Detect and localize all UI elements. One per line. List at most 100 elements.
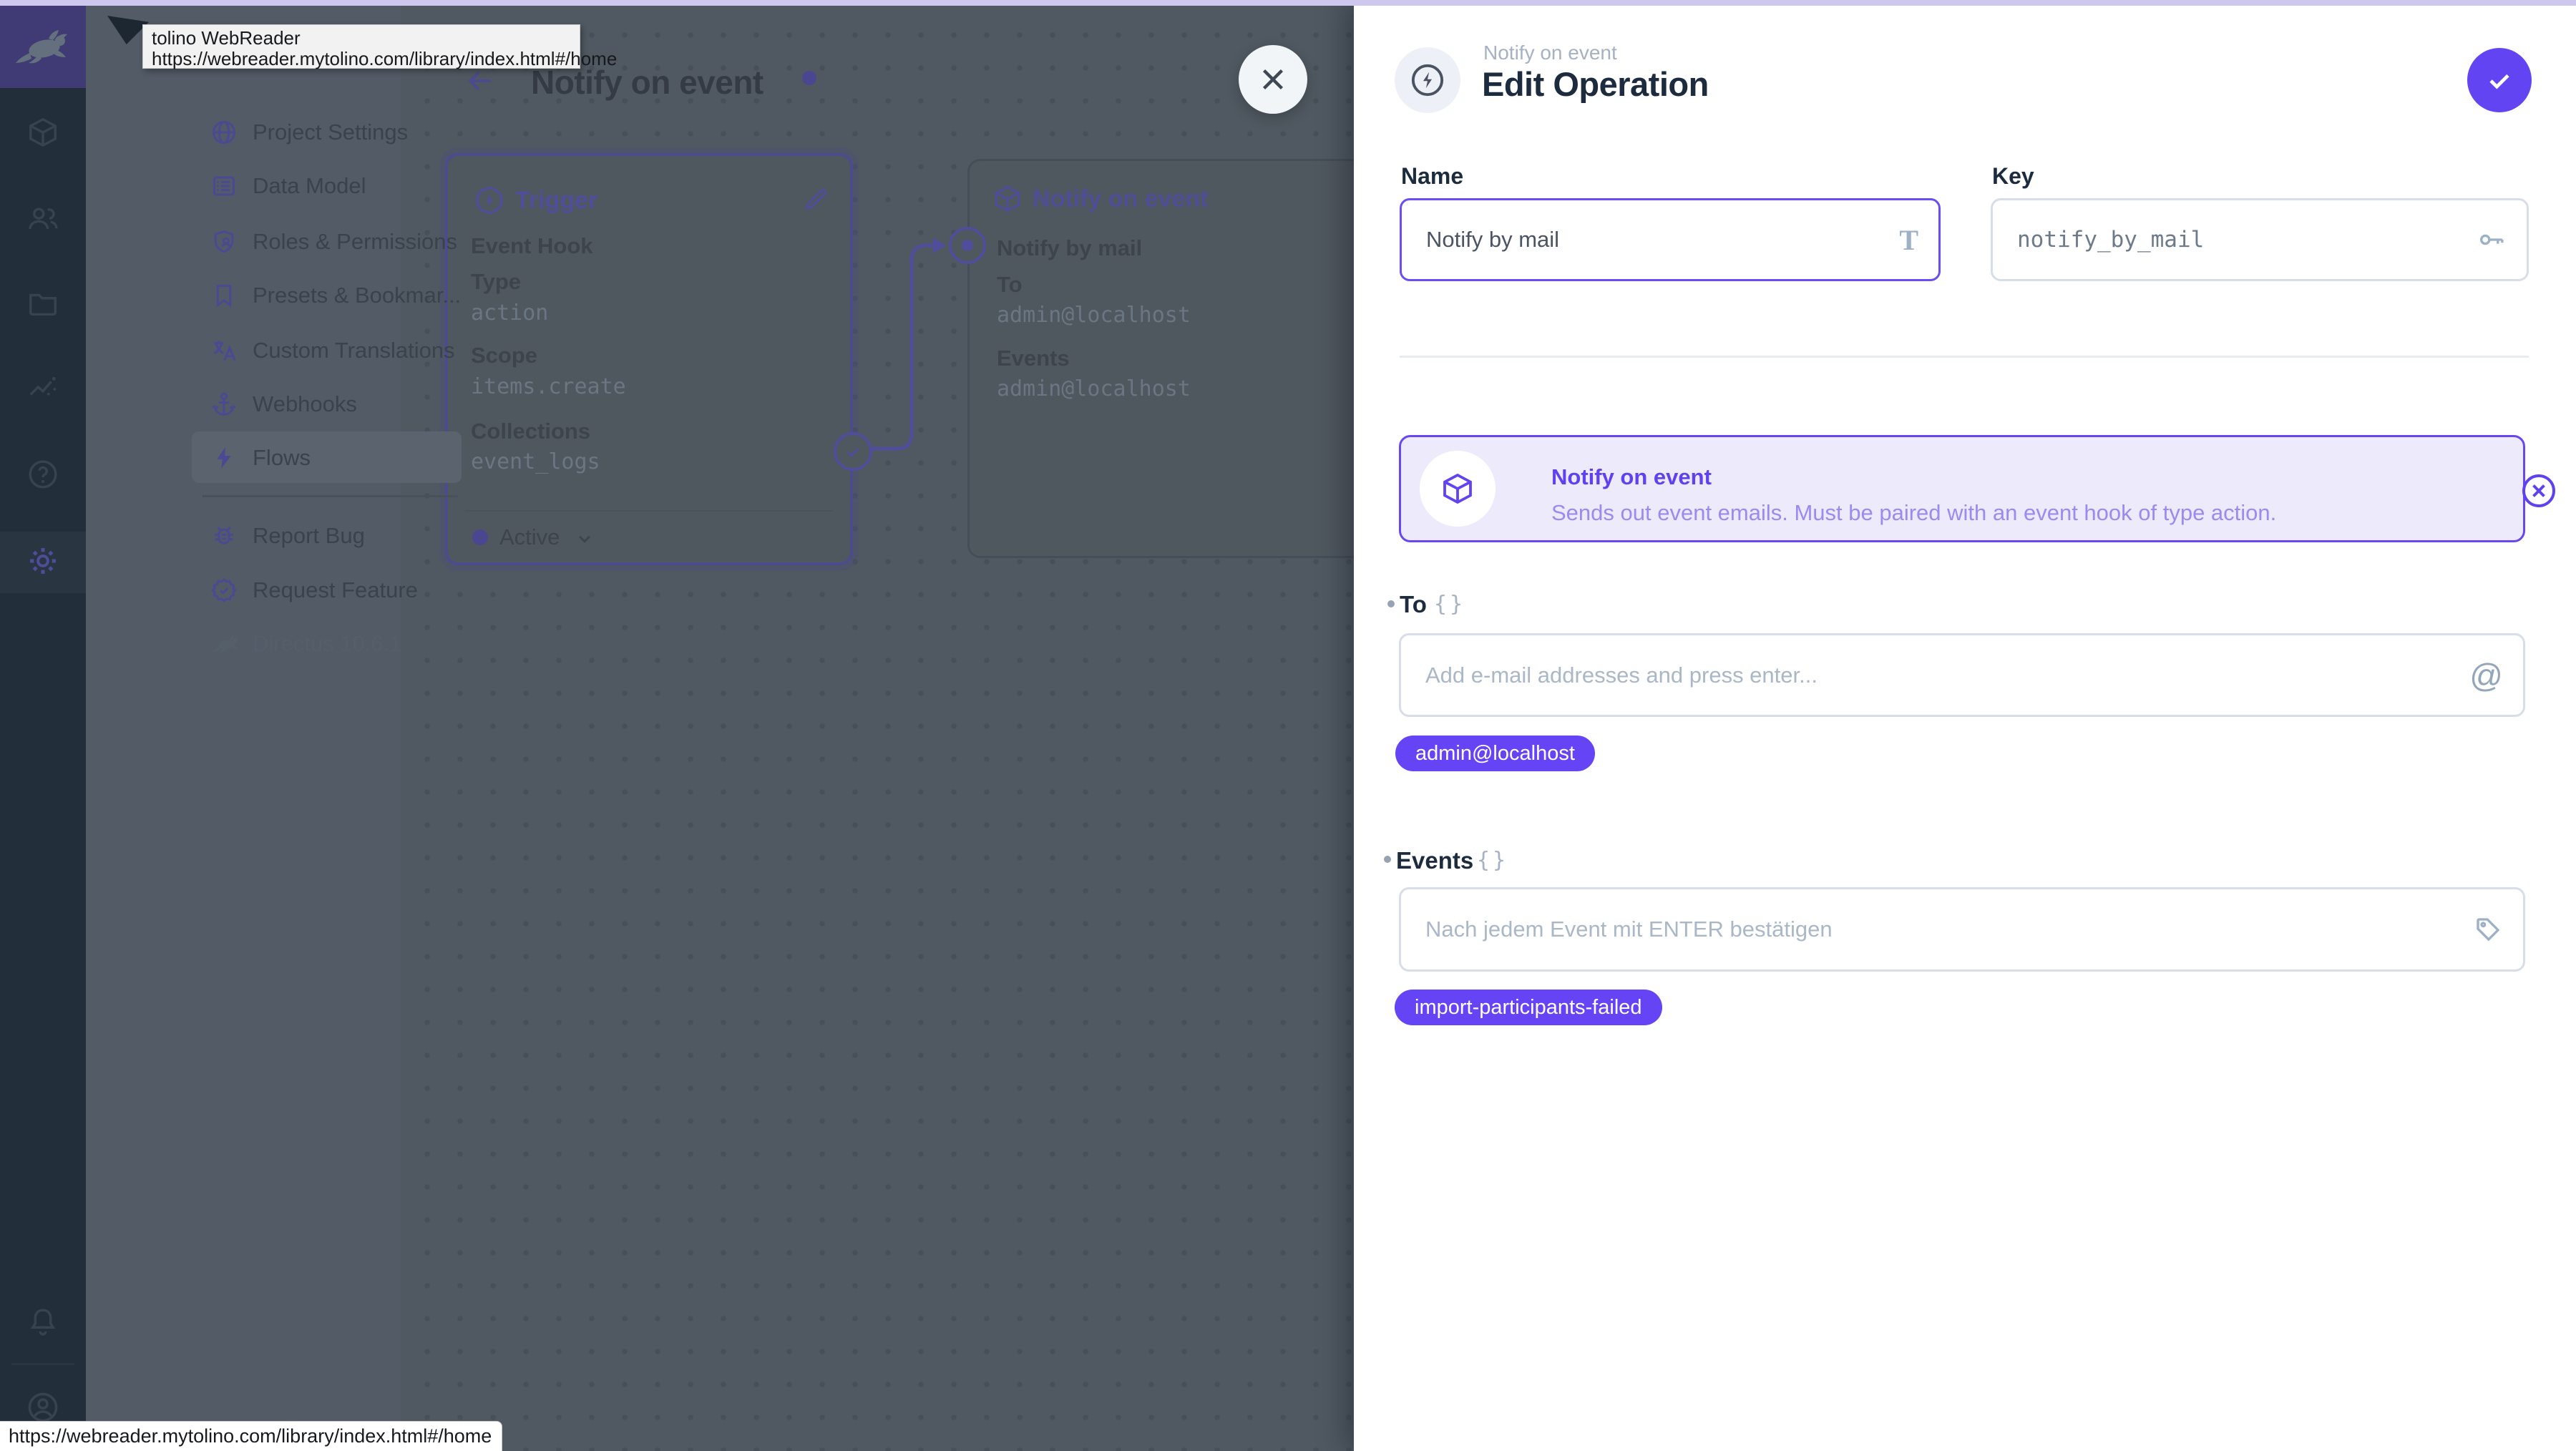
tooltip-url: https://webreader.mytolino.com/library/i…: [152, 48, 618, 69]
operation-name: Notify by mail: [997, 235, 1143, 260]
to-field-label: To: [1400, 591, 1427, 617]
field-value: items.create: [471, 374, 626, 399]
module-files[interactable]: [0, 287, 86, 320]
module-insights[interactable]: [0, 371, 86, 404]
package-icon: [1443, 473, 1472, 504]
module-docs[interactable]: [0, 458, 86, 491]
browser-top-strip: [0, 0, 2576, 6]
sidebar-item-data-model[interactable]: Data Model: [86, 159, 401, 213]
drawer-header-icon: [1395, 47, 1460, 113]
browser-status-bar: https://webreader.mytolino.com/library/i…: [0, 1421, 503, 1451]
close-icon: [1262, 69, 1284, 90]
bug-icon: [210, 522, 238, 549]
cube-icon: [29, 117, 57, 147]
field-label: Type: [471, 269, 522, 294]
sidebar-item-label: Report Bug: [253, 523, 365, 548]
check-icon: [847, 447, 859, 457]
module-bar: [0, 0, 86, 1451]
sidebar-item-custom-translations[interactable]: Custom Translations: [86, 323, 455, 378]
module-bar-divider: [11, 1363, 74, 1365]
to-input-placeholder: Add e-mail addresses and press enter...: [1425, 662, 1818, 688]
sidebar-item-request-feature[interactable]: Request Feature: [86, 563, 418, 617]
status-label[interactable]: Active: [499, 524, 560, 550]
folder-icon: [29, 293, 57, 316]
shield-user-icon: [210, 228, 238, 255]
name-input[interactable]: Notify by mail T: [1400, 198, 1941, 281]
tooltip-title: tolino WebReader: [152, 27, 301, 49]
module-users[interactable]: [0, 202, 86, 235]
operation-input-connector[interactable]: [949, 227, 986, 264]
notice-icon-circle: [1420, 451, 1496, 527]
notice-title: Notify on event: [1551, 464, 1712, 489]
notice-description: Sends out event emails. Must be paired w…: [1551, 500, 2277, 525]
module-collections[interactable]: [0, 116, 86, 149]
operation-card-header: Notify on event: [992, 184, 1209, 214]
key-field-label: Key: [1992, 163, 2034, 189]
title-formatter-icon[interactable]: T: [1899, 223, 1918, 257]
module-account[interactable]: [0, 1390, 86, 1425]
rabbit-logo-icon: [16, 29, 67, 63]
sidebar-item-project-settings[interactable]: Project Settings: [86, 105, 408, 160]
events-field-label: Events: [1396, 847, 1474, 874]
operation-card[interactable]: Notify on event Notify by mail To admin@…: [949, 159, 1781, 558]
link-tooltip: tolino WebReader https://webreader.mytol…: [142, 24, 618, 69]
directus-logo[interactable]: [0, 6, 86, 88]
anchor-icon: [210, 391, 238, 418]
rabbit-small-icon: [210, 634, 239, 654]
sidebar-item-label: Webhooks: [253, 391, 357, 416]
sidebar-item-presets-bookmarks[interactable]: Presets & Bookmar...: [86, 268, 461, 323]
field-label: To: [997, 272, 1023, 297]
sidebar-item-label: Data Model: [253, 173, 366, 198]
sidebar-item-flows[interactable]: Flows: [86, 431, 401, 485]
sidebar-item-report-bug[interactable]: Report Bug: [86, 509, 401, 563]
nav-divider: [203, 495, 458, 497]
field-label: Events: [997, 346, 1070, 371]
operation-card-title: Notify on event: [1033, 185, 1209, 212]
save-button[interactable]: [2467, 48, 2532, 112]
gear-icon: [29, 547, 57, 575]
check-icon: [2489, 74, 2509, 89]
drawer-title: Edit Operation: [1482, 65, 1709, 103]
name-field-label: Name: [1401, 163, 1464, 189]
to-input[interactable]: Add e-mail addresses and press enter... …: [1399, 633, 2525, 717]
key-input[interactable]: notify_by_mail: [1991, 198, 2529, 281]
tag-icon: [2473, 914, 2503, 944]
sidebar-item-label: Roles & Permissions: [253, 229, 457, 254]
version-label: Directus 10.6.1: [253, 631, 402, 656]
module-settings[interactable]: [0, 544, 86, 577]
name-input-value: Notify by mail: [1426, 227, 1560, 252]
field-value: admin@localhost: [997, 303, 1191, 328]
sidebar-item-webhooks[interactable]: Webhooks: [86, 377, 401, 431]
users-icon: [29, 207, 58, 230]
raw-value-icon[interactable]: {}: [1477, 848, 1508, 873]
bolt-icon: [210, 444, 238, 472]
events-input[interactable]: Nach jedem Event mit ENTER bestätigen: [1399, 887, 2525, 972]
trigger-subtitle: Event Hook: [471, 233, 593, 258]
chevron-down-icon[interactable]: [574, 528, 595, 549]
flash-circle-icon: [1411, 64, 1444, 97]
module-notifications[interactable]: [0, 1306, 86, 1339]
cancel-circle-icon: [2522, 474, 2555, 507]
operation-type-notice[interactable]: Notify on event Sends out event emails. …: [1399, 435, 2555, 542]
deselect-operation-button[interactable]: [2519, 471, 2559, 511]
edit-trigger-button[interactable]: [802, 185, 831, 213]
email-chip[interactable]: admin@localhost: [1395, 736, 1595, 771]
field-value: action: [471, 301, 549, 326]
raw-value-icon[interactable]: {}: [1434, 592, 1465, 617]
trigger-resolve-connector[interactable]: [834, 432, 872, 471]
status-url: https://webreader.mytolino.com/library/i…: [9, 1425, 492, 1447]
events-input-placeholder: Nach jedem Event mit ENTER bestätigen: [1425, 917, 1833, 942]
at-sign-icon: @: [2469, 656, 2503, 694]
trigger-card-header: Trigger: [474, 185, 597, 216]
sidebar-item-roles-permissions[interactable]: Roles & Permissions: [86, 215, 457, 269]
help-icon: [29, 460, 57, 489]
events-edited-dot: [1384, 856, 1391, 863]
sidebar-item-label: Custom Translations: [253, 338, 455, 363]
close-drawer-button[interactable]: [1239, 45, 1307, 114]
event-chip[interactable]: import-participants-failed: [1395, 990, 1662, 1025]
connector-dot: [962, 240, 973, 251]
sidebar-item-version: Directus 10.6.1: [86, 617, 402, 671]
verified-badge-icon: [210, 577, 238, 604]
field-value: admin@localhost: [997, 376, 1191, 401]
trigger-card[interactable]: Trigger Event Hook Type action Scope ite…: [445, 153, 872, 565]
